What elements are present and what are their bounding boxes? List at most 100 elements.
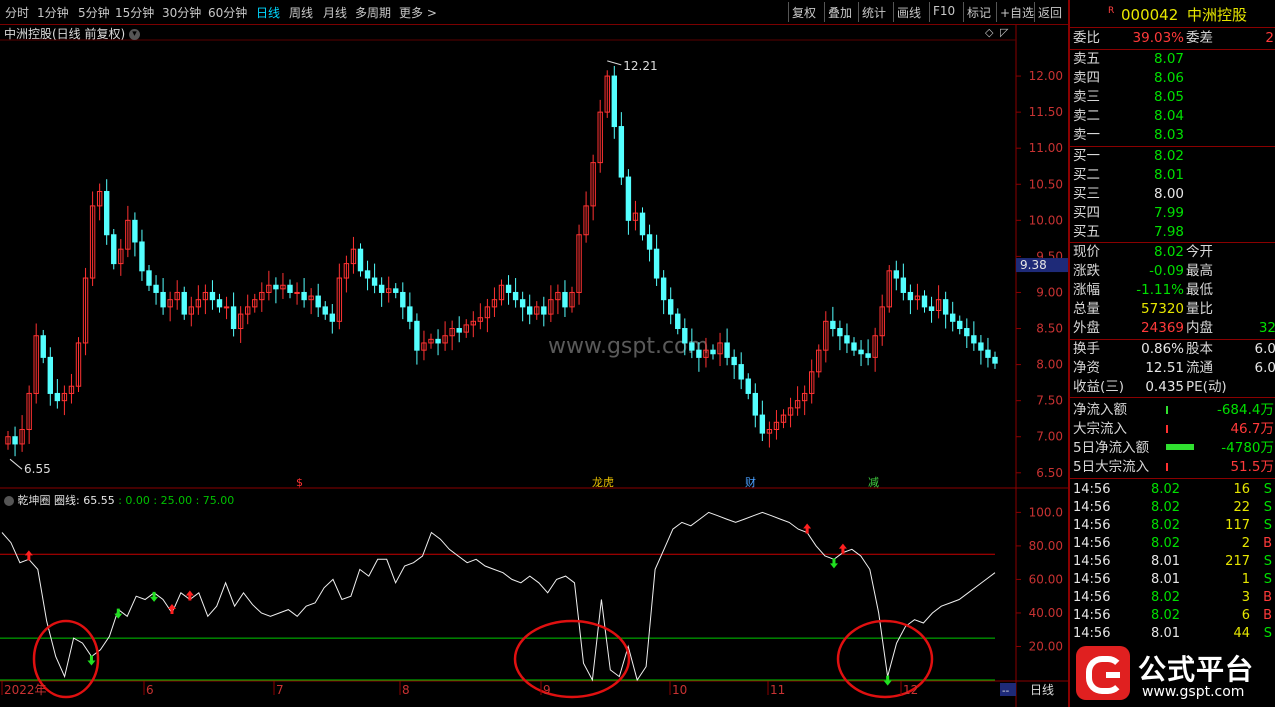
stats-label-2: PE(动): [1186, 379, 1227, 395]
period-tab-10[interactable]: 更多 >: [399, 4, 437, 21]
bid-row-2[interactable]: 买三 8.00: [1070, 185, 1275, 204]
event-marker-3[interactable]: 减: [868, 476, 879, 489]
logo-url: www.gspt.com: [1142, 684, 1245, 700]
ask-row-2[interactable]: 卖三 8.05: [1070, 88, 1275, 107]
toolbar-button-5[interactable]: 标记: [967, 4, 991, 21]
main-chart[interactable]: 12.0011.5011.0010.5010.009.509.008.508.0…: [0, 0, 1068, 707]
candle-body: [47, 356, 53, 394]
toolbar-separator: [1034, 2, 1035, 22]
toolbar-button-4[interactable]: F10: [933, 4, 955, 18]
flow-row-3: 5日大宗流入 51.5万: [1070, 458, 1275, 477]
period-tab-7[interactable]: 周线: [289, 4, 313, 21]
tick-row-6: 14:56 8.02 3 B: [1070, 589, 1275, 607]
scroll-arrow-text[interactable]: --: [1002, 686, 1010, 697]
low-pointer: [9, 458, 23, 470]
ask-row-0[interactable]: 卖五 8.07: [1070, 50, 1275, 69]
indicator-name[interactable]: 乾坤圈: [18, 494, 51, 507]
indicator-circle-icon[interactable]: [4, 496, 14, 506]
candle-body: [414, 320, 420, 351]
weibi-label: 委比: [1073, 30, 1100, 46]
period-tab-0[interactable]: 分时: [5, 4, 29, 21]
candle-body: [759, 414, 766, 434]
toolbar-button-2[interactable]: 统计: [862, 4, 886, 21]
flow-value: 51.5万: [1230, 459, 1274, 475]
flow-value: 46.7万: [1230, 421, 1274, 437]
period-tab-9[interactable]: 多周期: [355, 4, 391, 21]
candle-body: [978, 342, 984, 351]
quote-row-2: 涨幅 -1.11% 最低: [1070, 281, 1275, 300]
candle-body: [456, 328, 462, 333]
candle-body: [639, 212, 646, 236]
ask-row-4[interactable]: 卖一 8.03: [1070, 126, 1275, 145]
bid-row-1[interactable]: 买二 8.01: [1070, 166, 1275, 185]
period-tab-3[interactable]: 15分钟: [115, 4, 154, 21]
candle-body: [223, 306, 230, 309]
tick-price: 8.02: [1151, 608, 1180, 623]
tick-volume: 22: [1233, 500, 1250, 515]
toolbar-button-7[interactable]: 返回: [1038, 4, 1062, 21]
candle-body: [731, 356, 737, 366]
quote-value: 8.02: [1153, 244, 1184, 260]
toolbar-button-1[interactable]: 叠加: [828, 4, 852, 21]
period-tab-1[interactable]: 1分钟: [37, 4, 69, 21]
candle-body: [950, 313, 956, 322]
candle-body: [357, 248, 364, 272]
event-marker-1[interactable]: 龙虎: [592, 476, 614, 489]
toolbar-button-3[interactable]: 画线: [897, 4, 921, 21]
toolbar-separator: [824, 2, 825, 22]
candle-body: [900, 277, 907, 293]
period-tab-4[interactable]: 30分钟: [162, 4, 201, 21]
sell-signal-arrow: [883, 675, 892, 686]
stats-label: 收益(三): [1073, 379, 1125, 395]
candle-body: [738, 364, 744, 380]
bid-row-3[interactable]: 买四 7.99: [1070, 204, 1275, 223]
toolbar-button-6[interactable]: +自选: [1000, 4, 1034, 21]
ask-row-3[interactable]: 卖二 8.04: [1070, 107, 1275, 126]
tick-side: S: [1263, 500, 1272, 515]
period-toolbar: 分时 1分钟 5分钟 15分钟 30分钟 60分钟 日线 周线 月线 多周期 更多 > 复权 叠加 统计画…: [0, 0, 1068, 25]
event-marker-0[interactable]: $: [296, 476, 303, 489]
buy-signal-arrow: [803, 523, 812, 534]
sell-signal-arrow: [87, 655, 96, 666]
period-tab-2[interactable]: 5分钟: [78, 4, 110, 21]
tick-price: 8.02: [1151, 590, 1180, 605]
indicator-axis-label: 80.00: [1029, 539, 1063, 553]
divider: [1070, 478, 1275, 479]
tick-volume: 2: [1241, 536, 1250, 551]
collapse-icon[interactable]: ◸: [1000, 26, 1009, 39]
period-tab-5[interactable]: 60分钟: [208, 4, 247, 21]
candle-body: [505, 284, 512, 293]
tick-row-3: 14:56 8.02 2 B: [1070, 535, 1275, 553]
tick-time: 14:56: [1073, 572, 1111, 587]
quote-value: 57320: [1141, 301, 1184, 317]
candle-body: [618, 126, 625, 178]
title-dropdown-icon[interactable]: ▾: [129, 29, 141, 40]
stats-label-2: 流通: [1186, 360, 1213, 376]
period-tab-8[interactable]: 月线: [323, 4, 347, 21]
candle-body: [12, 436, 18, 445]
ask-row-1[interactable]: 卖四 8.06: [1070, 69, 1275, 88]
bottom-period-tab[interactable]: 日线: [1030, 683, 1054, 697]
candle-body: [371, 277, 378, 286]
stats-value: 12.51: [1145, 360, 1184, 376]
candle-body: [407, 306, 413, 322]
candle-body: [54, 392, 61, 402]
date-axis-label: 11: [770, 683, 785, 697]
price-axis-label: 6.50: [1036, 466, 1063, 480]
toolbar-button-0[interactable]: 复权: [792, 4, 816, 21]
bid-row-0[interactable]: 买一 8.02: [1070, 147, 1275, 166]
date-axis-label: 9: [543, 683, 551, 697]
candle-body: [435, 338, 441, 344]
stats-value: 0.86%: [1141, 341, 1184, 357]
event-marker-2[interactable]: 财: [745, 475, 756, 489]
diamond-icon[interactable]: ◇: [985, 26, 994, 39]
tick-price: 8.02: [1151, 518, 1180, 533]
candle-body: [287, 284, 293, 293]
tick-row-5: 14:56 8.01 1 S: [1070, 571, 1275, 589]
date-axis-label: 2022年: [4, 683, 47, 697]
candle-body: [301, 291, 307, 301]
period-tab-6[interactable]: 日线: [256, 4, 280, 21]
candle-body: [696, 349, 702, 358]
bid-row-4[interactable]: 买五 7.98: [1070, 223, 1275, 242]
chart-title[interactable]: 中洲控股(日线 前复权) ▾: [4, 25, 141, 42]
